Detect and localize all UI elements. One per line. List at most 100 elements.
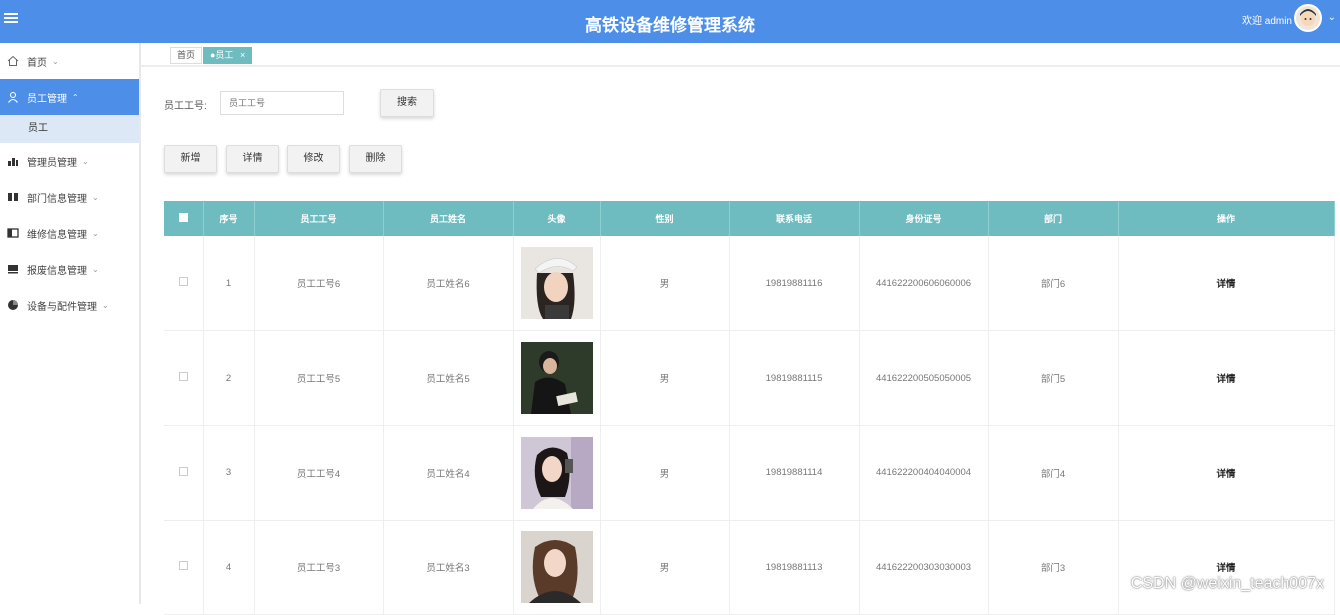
sidebar: 首页 ⌄ 员工管理 ⌃ 员工 管理员管理 ⌄ 部门信息管理 ⌄ 维修信息管理 ⌄… (0, 43, 141, 604)
chevron-down-icon: ⌄ (102, 300, 109, 310)
cell-emp-no: 员工工号6 (254, 236, 384, 332)
table-row: 1 员工工号6 员工姓名6 男 19819881116 441622200606… (164, 236, 1335, 332)
chevron-down-icon: ⌄ (92, 264, 99, 274)
column-header: 性别 (600, 201, 730, 236)
cell-emp-no: 员工工号3 (254, 520, 384, 615)
sidebar-item-label: 员工管理 (27, 93, 67, 105)
sidebar-subitem-employee[interactable]: 员工 (0, 115, 139, 143)
row-detail-link[interactable]: 详情 (1118, 425, 1335, 521)
tabs-bar: 首页 ●员工 × (141, 43, 1340, 67)
chevron-up-icon: ⌃ (72, 92, 79, 102)
tab-employee[interactable]: ●员工 × (203, 47, 253, 64)
cell-index: 3 (203, 425, 255, 521)
row-detail-link[interactable]: 详情 (1118, 520, 1335, 615)
chevron-down-icon: ⌄ (92, 192, 99, 202)
sidebar-item-admin-mgmt[interactable]: 管理员管理 ⌄ (0, 143, 139, 179)
row-checkbox[interactable] (164, 330, 204, 426)
cell-avatar (513, 330, 601, 426)
layout-icon (6, 263, 19, 276)
table-row: 4 员工工号3 员工姓名3 男 19819881113 441622200303… (164, 520, 1335, 615)
sidebar-item-label: 部门信息管理 (27, 193, 87, 205)
employee-photo (520, 342, 593, 415)
sidebar-item-label: 设备与配件管理 (27, 301, 97, 313)
cell-name: 员工姓名5 (383, 330, 514, 426)
employee-table: 序号 员工工号 员工姓名 头像 性别 联系电话 身份证号 部门 操作 1 员工工… (164, 201, 1335, 615)
column-header: 序号 (203, 201, 255, 236)
column-header: 联系电话 (729, 201, 860, 236)
chevron-down-icon: ⌄ (92, 228, 99, 238)
employee-no-search-input[interactable] (220, 91, 344, 115)
cell-gender: 男 (600, 330, 730, 426)
chevron-down-icon: ⌄ (82, 156, 89, 166)
column-header: 员工姓名 (383, 201, 514, 236)
search-button[interactable]: 搜索 (380, 89, 434, 117)
user-avatar[interactable] (1294, 4, 1322, 32)
search-label: 员工工号: (164, 101, 207, 112)
employee-photo (520, 247, 593, 320)
cell-phone: 19819881114 (729, 425, 860, 521)
sidebar-item-label: 维修信息管理 (27, 229, 87, 241)
app-title: 高铁设备维修管理系统 (585, 16, 755, 35)
sidebar-item-label: 首页 (27, 57, 47, 69)
chevron-down-icon[interactable]: ⌄ (1328, 12, 1336, 23)
select-all-checkbox[interactable] (164, 201, 204, 236)
sidebar-item-label: 报废信息管理 (27, 265, 87, 277)
cell-dept: 部门3 (988, 520, 1119, 615)
cell-index: 2 (203, 330, 255, 426)
panel-icon (6, 227, 19, 240)
close-icon[interactable]: × (240, 50, 245, 60)
cell-id-card: 441622200606060006 (859, 236, 989, 332)
cell-phone: 19819881116 (729, 236, 860, 332)
sidebar-item-dept-mgmt[interactable]: 部门信息管理 ⌄ (0, 179, 139, 215)
cell-dept: 部门5 (988, 330, 1119, 426)
cell-gender: 男 (600, 520, 730, 615)
cell-name: 员工姓名4 (383, 425, 514, 521)
edit-button[interactable]: 修改 (287, 145, 340, 173)
tab-home[interactable]: 首页 (170, 47, 203, 64)
column-header: 部门 (988, 201, 1119, 236)
sidebar-item-employee-mgmt[interactable]: 员工管理 ⌃ (0, 79, 139, 115)
welcome-text: 欢迎 admin (1241, 16, 1292, 27)
cell-index: 4 (203, 520, 255, 615)
add-button[interactable]: 新增 (164, 145, 217, 173)
cell-gender: 男 (600, 425, 730, 521)
column-header: 身份证号 (859, 201, 989, 236)
chart-icon (6, 155, 19, 168)
user-icon (6, 91, 19, 104)
sidebar-item-repair-mgmt[interactable]: 维修信息管理 ⌄ (0, 215, 139, 251)
cell-emp-no: 员工工号4 (254, 425, 384, 521)
row-detail-link[interactable]: 详情 (1118, 236, 1335, 332)
column-header: 员工工号 (254, 201, 384, 236)
sidebar-item-scrap-mgmt[interactable]: 报废信息管理 ⌄ (0, 251, 139, 287)
cell-index: 1 (203, 236, 255, 332)
delete-button[interactable]: 删除 (349, 145, 402, 173)
cell-dept: 部门6 (988, 236, 1119, 332)
column-header: 操作 (1118, 201, 1335, 236)
cell-id-card: 441622200505050005 (859, 330, 989, 426)
sidebar-item-home[interactable]: 首页 ⌄ (0, 43, 139, 79)
employee-photo (520, 531, 593, 604)
row-checkbox[interactable] (164, 236, 204, 332)
cell-id-card: 441622200303030003 (859, 520, 989, 615)
cell-emp-no: 员工工号5 (254, 330, 384, 426)
row-checkbox[interactable] (164, 425, 204, 521)
detail-button[interactable]: 详情 (226, 145, 279, 173)
cell-name: 员工姓名6 (383, 236, 514, 332)
columns-icon (6, 191, 19, 204)
tab-label: ●员工 (210, 50, 234, 60)
cell-phone: 19819881115 (729, 330, 860, 426)
row-detail-link[interactable]: 详情 (1118, 330, 1335, 426)
sidebar-item-equipment-mgmt[interactable]: 设备与配件管理 ⌄ (0, 287, 139, 323)
row-checkbox[interactable] (164, 520, 204, 615)
cell-name: 员工姓名3 (383, 520, 514, 615)
table-row: 2 员工工号5 员工姓名5 男 19819881115 441622200505… (164, 330, 1335, 426)
employee-photo (520, 436, 593, 509)
column-header: 头像 (513, 201, 601, 236)
cell-gender: 男 (600, 236, 730, 332)
top-bar: 高铁设备维修管理系统 欢迎 admin ⌄ (0, 0, 1340, 43)
cell-avatar (513, 520, 601, 615)
cell-dept: 部门4 (988, 425, 1119, 521)
chevron-down-icon: ⌄ (52, 56, 59, 66)
table-header-row: 序号 员工工号 员工姓名 头像 性别 联系电话 身份证号 部门 操作 (164, 201, 1335, 236)
home-icon (6, 55, 19, 68)
